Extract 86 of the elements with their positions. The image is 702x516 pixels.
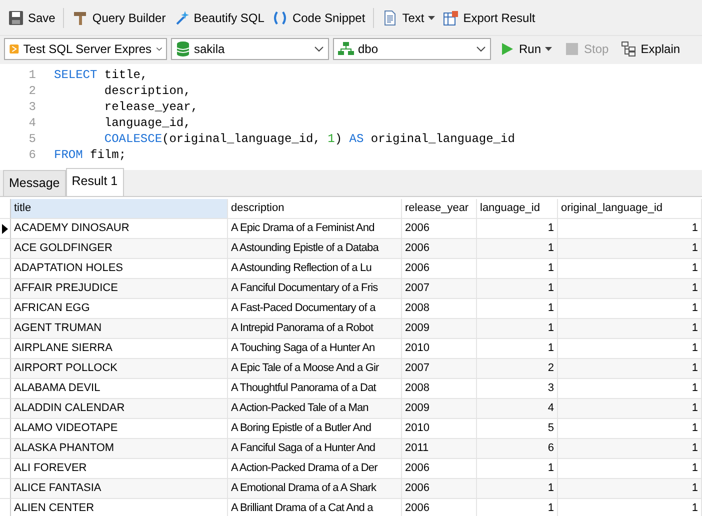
table-cell: 2011 bbox=[402, 439, 477, 459]
table-cell: 1 bbox=[477, 279, 558, 299]
column-header[interactable]: title bbox=[11, 199, 228, 219]
table-cell: AIRPORT POLLOCK bbox=[11, 359, 228, 379]
play-icon bbox=[499, 41, 515, 57]
table-cell: 2 bbox=[477, 359, 558, 379]
code-line: SELECT title, bbox=[53, 67, 148, 83]
export-icon bbox=[443, 10, 460, 26]
table-cell: 2007 bbox=[402, 359, 477, 379]
column-header[interactable]: language_id bbox=[477, 199, 558, 219]
stop-icon bbox=[564, 41, 580, 57]
table-cell: 1 bbox=[558, 359, 702, 379]
table-cell: A Action-Packed Tale of a Man bbox=[228, 399, 402, 419]
database-select[interactable]: sakila bbox=[171, 38, 329, 60]
table-cell: 1 bbox=[558, 279, 702, 299]
line-number: 1 bbox=[28, 67, 36, 83]
result-tab[interactable]: Result 1 bbox=[66, 168, 124, 196]
table-cell: ALIEN CENTER bbox=[11, 499, 228, 516]
table-cell: 2006 bbox=[402, 239, 477, 259]
table-cell: 1 bbox=[477, 499, 558, 516]
table-cell: 1 bbox=[558, 499, 702, 516]
table-cell: 2006 bbox=[402, 499, 477, 516]
database-icon bbox=[176, 41, 190, 57]
table-cell: ALADDIN CALENDAR bbox=[11, 399, 228, 419]
line-number: 2 bbox=[28, 83, 36, 99]
schema-select[interactable]: dbo bbox=[333, 38, 491, 60]
table-cell: 2009 bbox=[402, 319, 477, 339]
table-cell: 2006 bbox=[402, 479, 477, 499]
line-number: 4 bbox=[28, 115, 36, 131]
schema-icon bbox=[338, 42, 354, 56]
chevron-icon bbox=[314, 46, 324, 52]
document-icon bbox=[382, 10, 398, 26]
table-cell: ACE GOLDFINGER bbox=[11, 239, 228, 259]
line-number: 3 bbox=[28, 99, 36, 115]
table-cell: AGENT TRUMAN bbox=[11, 319, 228, 339]
wand-icon bbox=[174, 10, 190, 26]
snippet-button[interactable]: Code Snippet bbox=[268, 6, 370, 28]
save-button[interactable]: Save bbox=[4, 6, 60, 28]
result-tab[interactable]: Message bbox=[3, 170, 66, 196]
table-cell: A Brilliant Drama of a Cat And a bbox=[228, 499, 402, 516]
chevron-icon bbox=[476, 46, 486, 52]
code-line: release_year, bbox=[103, 99, 198, 115]
table-cell: 1 bbox=[558, 399, 702, 419]
column-header[interactable]: original_language_id bbox=[558, 199, 702, 219]
table-cell: 1 bbox=[477, 479, 558, 499]
table-cell: A Epic Tale of a Moose And a Gir bbox=[228, 359, 402, 379]
table-cell: 1 bbox=[477, 319, 558, 339]
chevron-icon bbox=[156, 46, 162, 52]
tree-diagram-icon bbox=[620, 41, 637, 57]
table-cell: 1 bbox=[558, 239, 702, 259]
table-cell: A Astounding Epistle of a Databa bbox=[228, 239, 402, 259]
table-cell: AFFAIR PREJUDICE bbox=[11, 279, 228, 299]
code-line: COALESCE(original_language_id, 1) AS original_language_id bbox=[103, 131, 515, 147]
table-cell: ALASKA PHANTOM bbox=[11, 439, 228, 459]
column-header[interactable]: release_year bbox=[402, 199, 477, 219]
line-number: 5 bbox=[28, 131, 36, 147]
table-cell: A Fanciful Saga of a Hunter And bbox=[228, 439, 402, 459]
hammer-icon bbox=[72, 10, 88, 26]
run-button[interactable]: Run bbox=[495, 38, 556, 60]
table-cell: 1 bbox=[558, 439, 702, 459]
table-cell: 4 bbox=[477, 399, 558, 419]
table-cell: A Emotional Drama of a A Shark bbox=[228, 479, 402, 499]
row-selector[interactable] bbox=[0, 219, 11, 239]
line-number: 6 bbox=[28, 147, 36, 163]
save-icon bbox=[8, 10, 24, 26]
table-cell: 2007 bbox=[402, 279, 477, 299]
table-cell: A Fanciful Documentary of a Fris bbox=[228, 279, 402, 299]
code-line: language_id, bbox=[103, 115, 191, 131]
beautify-button[interactable]: Beautify SQL bbox=[170, 6, 268, 28]
table-cell: 1 bbox=[558, 479, 702, 499]
format-button[interactable]: Text bbox=[378, 6, 440, 28]
code-line: FROM film; bbox=[53, 147, 126, 163]
server-select[interactable]: Test SQL Server Expres bbox=[4, 38, 167, 60]
code-line: description, bbox=[103, 83, 191, 99]
parentheses-icon bbox=[272, 10, 288, 26]
table-cell: 2009 bbox=[402, 399, 477, 419]
query-builder-button[interactable]: Query Builder bbox=[68, 6, 170, 28]
column-header[interactable]: description bbox=[228, 199, 402, 219]
table-cell: 1 bbox=[477, 239, 558, 259]
table-cell: 6 bbox=[477, 439, 558, 459]
row-pointer-icon bbox=[2, 224, 8, 234]
explain-button[interactable]: Explain bbox=[616, 38, 684, 60]
export-button[interactable]: Export Result bbox=[439, 6, 540, 28]
table-cell: 1 bbox=[558, 319, 702, 339]
table-cell: A Intrepid Panorama of a Robot bbox=[228, 319, 402, 339]
table-cell: ALICE FANTASIA bbox=[11, 479, 228, 499]
